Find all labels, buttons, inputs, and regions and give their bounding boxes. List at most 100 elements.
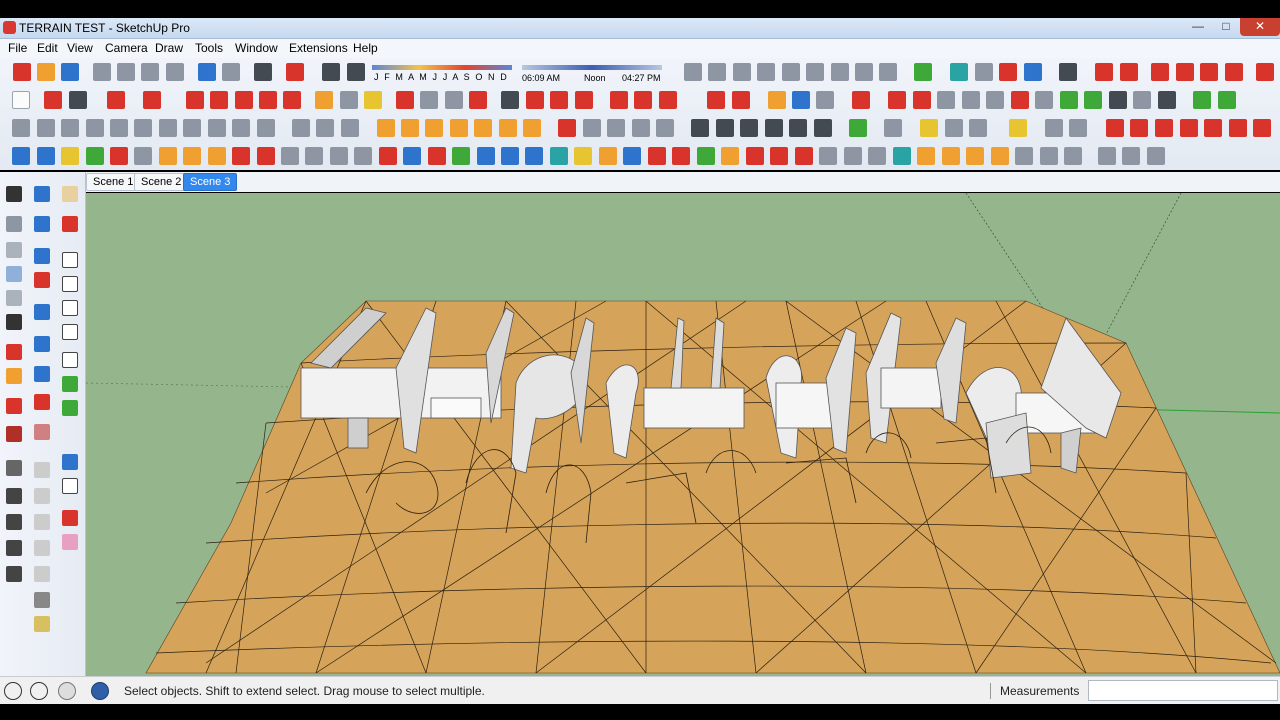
paint-bucket-icon[interactable] — [364, 91, 382, 109]
time-slider[interactable] — [522, 65, 662, 70]
display-section-icon[interactable] — [292, 119, 310, 137]
cube-2-tool-icon[interactable] — [1147, 147, 1165, 165]
solid-subtract-icon[interactable] — [1120, 63, 1138, 81]
styles-icon[interactable] — [575, 91, 593, 109]
add-location-icon[interactable] — [1218, 91, 1236, 109]
component-attr-icon[interactable] — [945, 119, 963, 137]
curve-tool-3-icon[interactable] — [208, 147, 226, 165]
top-view-icon[interactable] — [792, 91, 810, 109]
tab-scene-2[interactable]: Scene 2 — [134, 173, 189, 191]
solid-trim-icon[interactable] — [1180, 119, 1198, 137]
diamond-tool-3-icon[interactable] — [61, 147, 79, 165]
solid-split-icon[interactable] — [1155, 119, 1173, 137]
pattern-tool-3-icon[interactable] — [868, 147, 886, 165]
solid-intersect-icon[interactable] — [1253, 119, 1271, 137]
eraser-icon[interactable] — [44, 91, 62, 109]
position-camera-icon[interactable] — [62, 454, 78, 470]
menu-help[interactable]: Help — [353, 41, 378, 55]
help-tool-icon[interactable] — [523, 119, 541, 137]
depth-cue-icon[interactable] — [232, 119, 250, 137]
open-file-icon[interactable] — [37, 63, 55, 81]
text-tool-icon[interactable] — [340, 91, 358, 109]
maximize-button[interactable]: □ — [1212, 18, 1240, 36]
undo-icon[interactable] — [198, 63, 216, 81]
curve-icon[interactable] — [855, 63, 873, 81]
menu-edit[interactable]: Edit — [37, 41, 58, 55]
add-detail-icon[interactable] — [806, 63, 824, 81]
layer-icon[interactable] — [6, 488, 22, 504]
menu-extensions[interactable]: Extensions — [289, 41, 348, 55]
close-button[interactable]: ✕ — [1240, 18, 1280, 36]
cross-tool-icon[interactable] — [1040, 147, 1058, 165]
warehouse-icon[interactable] — [814, 119, 832, 137]
dynamic-component-icon[interactable] — [920, 119, 938, 137]
user-icon[interactable] — [58, 682, 76, 700]
textured-icon[interactable] — [134, 119, 152, 137]
grid-2-tool-icon[interactable] — [1064, 147, 1082, 165]
warning-tool-icon[interactable] — [574, 147, 592, 165]
polygon-icon[interactable] — [62, 300, 78, 316]
hook-2-tool-icon[interactable] — [599, 147, 617, 165]
extension-manager-icon[interactable] — [1256, 63, 1274, 81]
section-fill-icon[interactable] — [341, 119, 359, 137]
previous-view-icon[interactable] — [501, 91, 519, 109]
new-file-icon[interactable] — [13, 63, 31, 81]
add-tool-icon[interactable] — [428, 147, 446, 165]
axes-icon[interactable] — [1035, 91, 1053, 109]
menu-draw[interactable]: Draw — [155, 41, 183, 55]
home-icon[interactable] — [789, 119, 807, 137]
building-icon[interactable] — [765, 119, 783, 137]
help-icon[interactable] — [91, 682, 109, 700]
shaded-icon[interactable] — [110, 119, 128, 137]
follow-me-icon[interactable] — [6, 290, 22, 306]
plus-tool-icon[interactable] — [452, 147, 470, 165]
fold-tool-icon[interactable] — [305, 147, 323, 165]
shadow-icon[interactable] — [6, 540, 22, 556]
solid-tool-3-icon[interactable] — [425, 119, 443, 137]
pencil-icon[interactable] — [69, 91, 87, 109]
solid-tool-4-icon[interactable] — [450, 119, 468, 137]
eraser-2-icon[interactable] — [62, 534, 78, 550]
scale-icon[interactable] — [283, 91, 301, 109]
edge-style-icon[interactable] — [183, 119, 201, 137]
diamond-tool-1-icon[interactable] — [12, 147, 30, 165]
drape-icon[interactable] — [782, 63, 800, 81]
shadow-settings[interactable]: J F M A M J J A S O N D 06:09 AM Noon 04… — [372, 64, 664, 86]
tool-a-icon[interactable] — [583, 119, 601, 137]
menu-view[interactable]: View — [67, 41, 93, 55]
shield-tool-icon[interactable] — [1098, 147, 1116, 165]
text-icon[interactable] — [62, 352, 78, 368]
smoove-icon[interactable] — [733, 63, 751, 81]
rotate-icon[interactable] — [62, 252, 78, 268]
position-camera-icon[interactable] — [913, 91, 931, 109]
close-tool-icon[interactable] — [558, 119, 576, 137]
paste-icon[interactable] — [141, 63, 159, 81]
geo-location-icon[interactable] — [4, 682, 22, 700]
hh-icon[interactable] — [1109, 91, 1127, 109]
flip-edge-icon[interactable] — [831, 63, 849, 81]
curve-tool-1-icon[interactable] — [159, 147, 177, 165]
rectangle-icon[interactable] — [34, 216, 50, 232]
tab-scene-1[interactable]: Scene 1 — [86, 173, 141, 191]
pattern-tool-1-icon[interactable] — [819, 147, 837, 165]
triangle-2-tool-icon[interactable] — [550, 147, 568, 165]
dimension-icon[interactable] — [986, 91, 1004, 109]
hatch-tool-2-icon[interactable] — [966, 147, 984, 165]
tape-measure-icon[interactable] — [6, 314, 22, 330]
cube-tool-icon[interactable] — [1122, 147, 1140, 165]
solid-union-icon[interactable] — [1095, 63, 1113, 81]
path-tool-2-icon[interactable] — [403, 147, 421, 165]
material-icon[interactable] — [34, 566, 50, 582]
look-around-icon[interactable] — [34, 462, 50, 478]
menu-tools[interactable]: Tools — [195, 41, 223, 55]
sandbox-from-contours-icon[interactable] — [684, 63, 702, 81]
components-icon[interactable] — [526, 91, 544, 109]
entity-info-icon[interactable] — [34, 592, 50, 608]
pan-icon[interactable] — [420, 91, 438, 109]
match-photo-icon[interactable] — [1069, 119, 1087, 137]
star-tool-icon[interactable] — [623, 147, 641, 165]
solid-tool-6-icon[interactable] — [499, 119, 517, 137]
solid-subtract-2-icon[interactable] — [1204, 119, 1222, 137]
protractor-icon[interactable] — [6, 344, 22, 360]
orbit-icon[interactable] — [62, 376, 78, 392]
